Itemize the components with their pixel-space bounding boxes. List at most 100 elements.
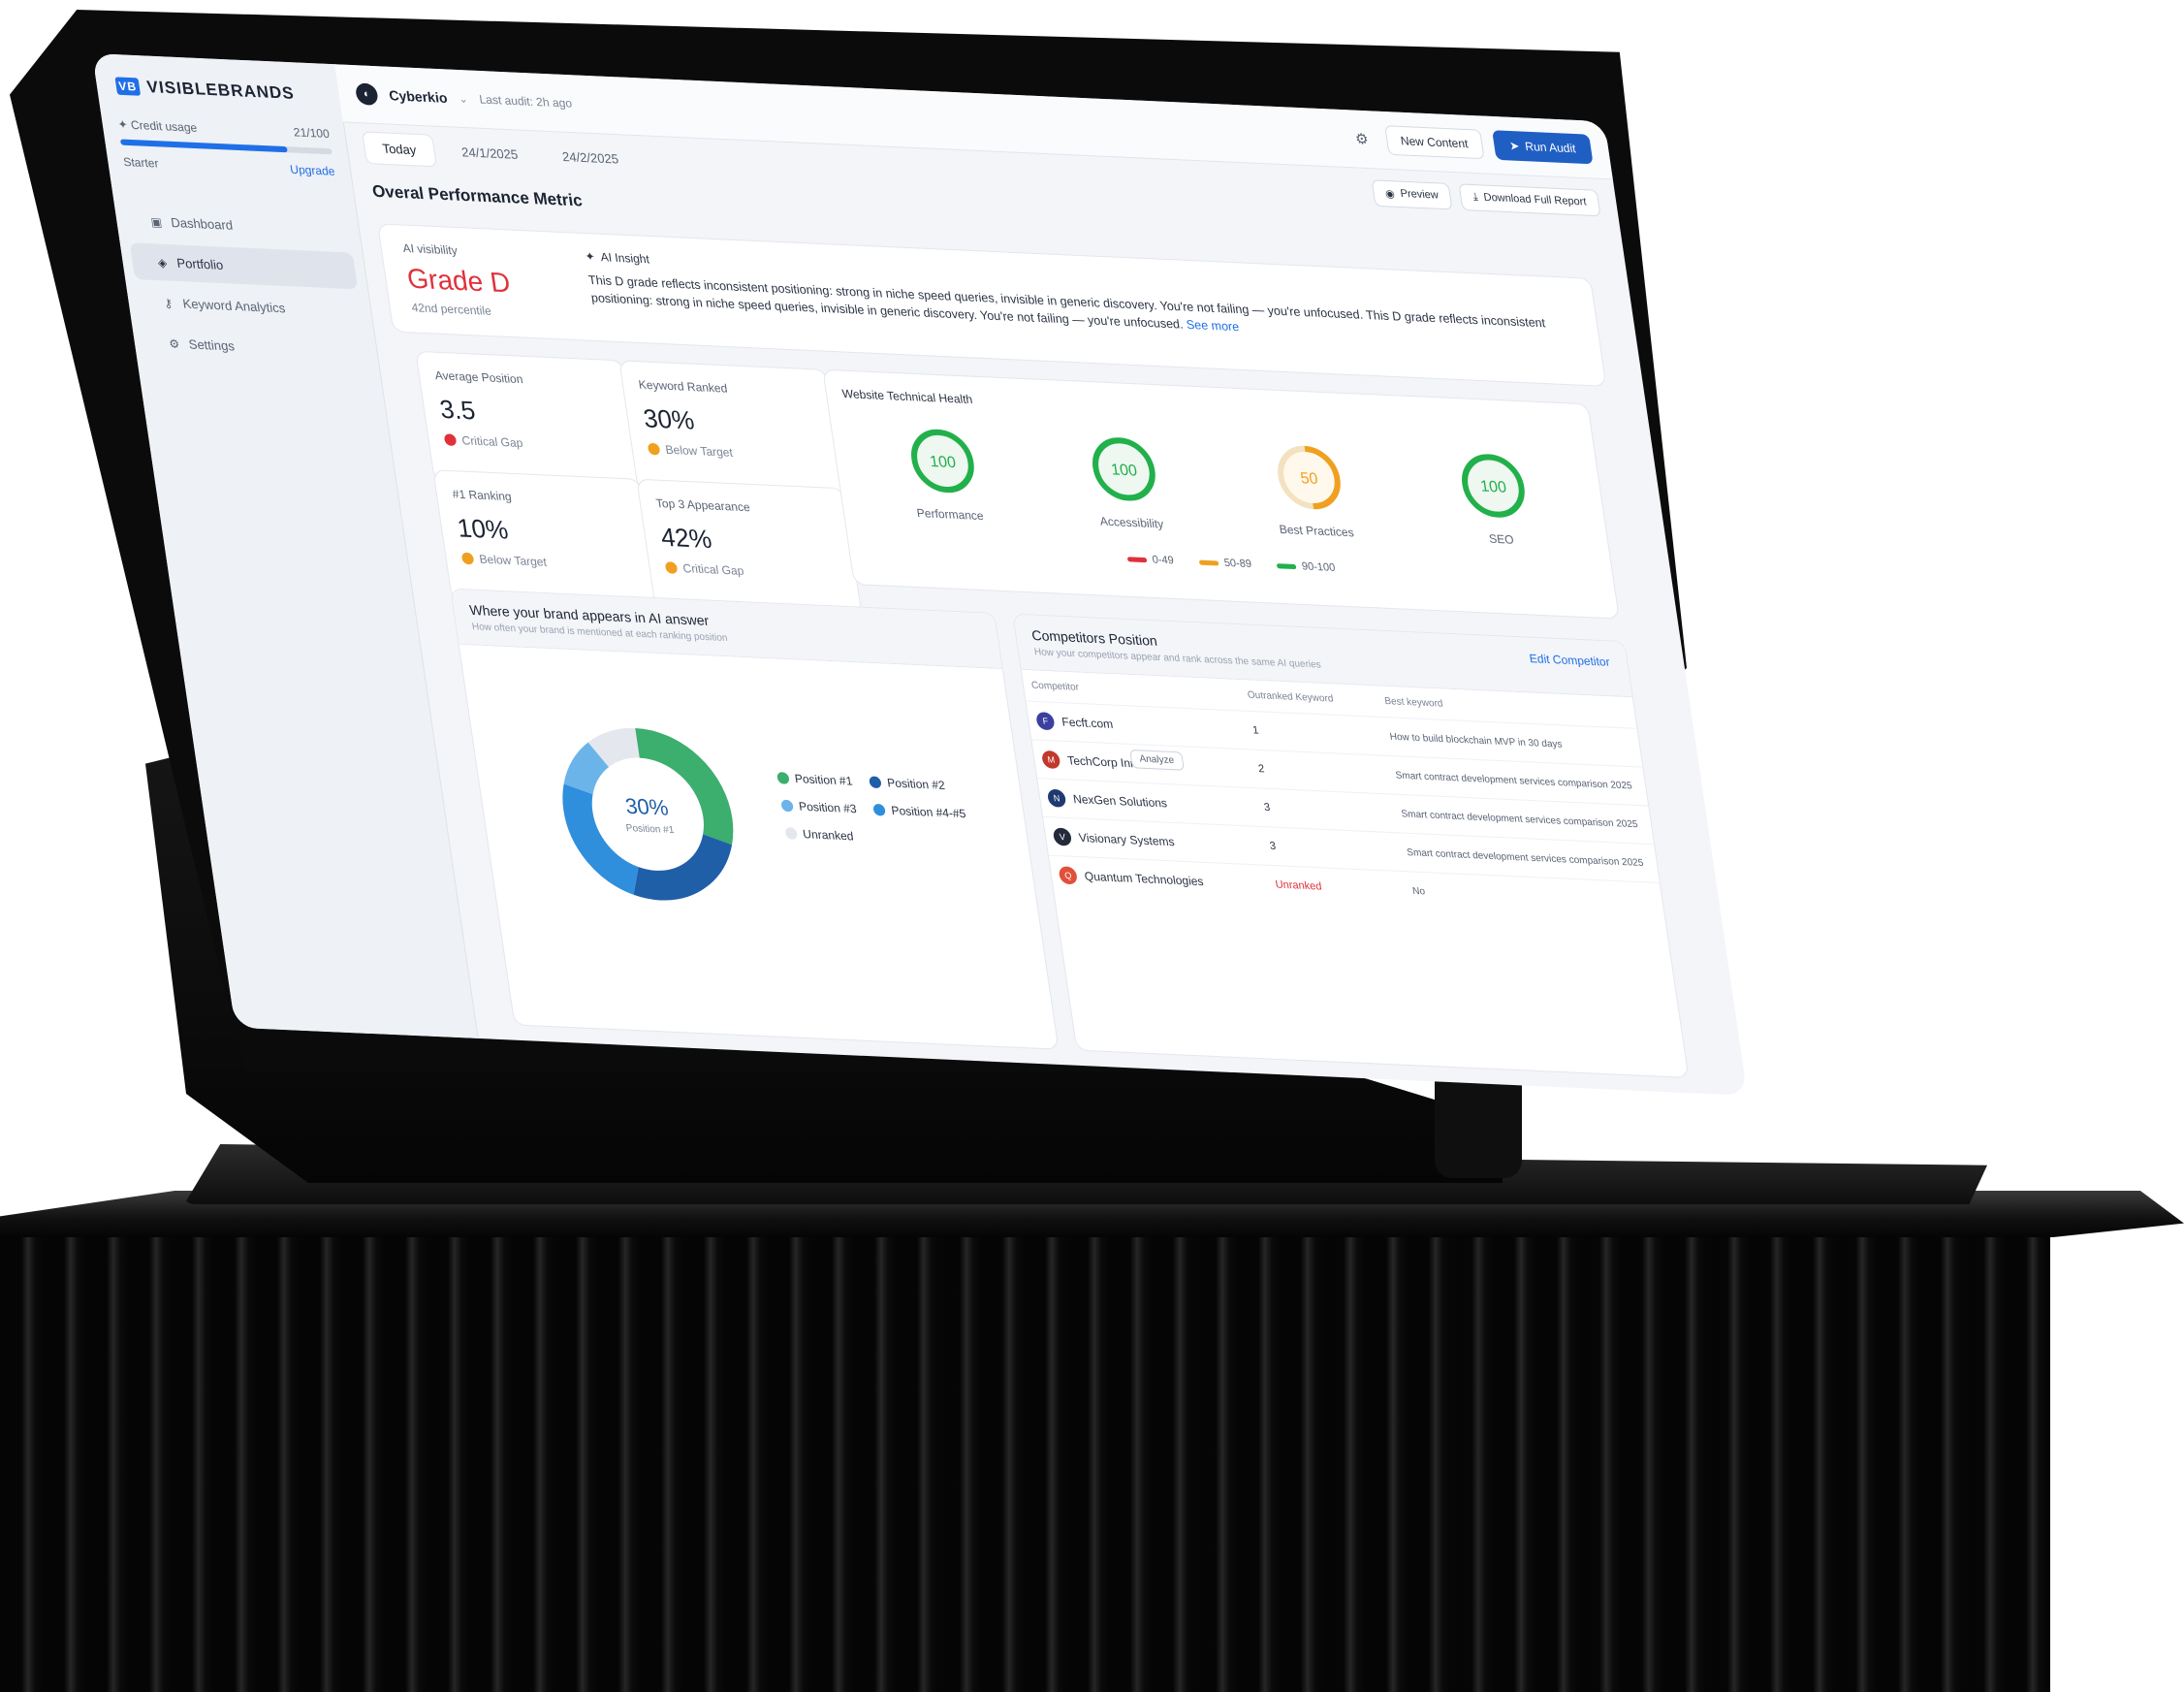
competitors-table: Competitor Outranked Keyword Best keywor… xyxy=(1022,670,1665,921)
credit-value: 21/100 xyxy=(292,125,331,142)
sidebar-item-label: Settings xyxy=(187,336,236,354)
outranked-count: Unranked xyxy=(1264,865,1409,910)
metric-label: Average Position xyxy=(433,367,524,387)
sidebar-item-label: Dashboard xyxy=(170,214,235,233)
sidebar-item-dashboard[interactable]: ▣ Dashboard xyxy=(124,202,353,248)
logo-text: VISIBLEBRANDS xyxy=(145,77,297,103)
main-content: Overal Performance Metric AI visibility … xyxy=(370,174,1728,1095)
run-audit-button[interactable]: ➤ Run Audit xyxy=(1491,130,1594,165)
legend-item: Position #3 xyxy=(780,799,858,815)
metric-label: #1 Ranking xyxy=(451,487,513,504)
status-badge: Critical Gap xyxy=(664,560,841,582)
chevron-down-icon[interactable]: ⌄ xyxy=(458,92,468,106)
legend-item: 90-100 xyxy=(1276,559,1336,574)
legend-item: Position #1 xyxy=(776,771,853,788)
credit-progress-bar xyxy=(119,139,332,155)
credit-usage: ✦ Credit usage 21/100 Starter Upgrade xyxy=(117,117,336,178)
competitor-logo: M xyxy=(1040,750,1061,770)
eye-icon: ◉ xyxy=(1384,187,1396,201)
credit-progress-fill xyxy=(119,139,289,153)
tab-today[interactable]: Today xyxy=(361,130,437,167)
legend-item: Position #4-#5 xyxy=(872,803,966,820)
edit-competitor-link[interactable]: Edit Competitor xyxy=(1529,652,1611,669)
tab-date-1[interactable]: 24/1/2025 xyxy=(442,136,537,171)
outranked-count: 3 xyxy=(1253,787,1397,833)
metric-label: Top 3 Appearance xyxy=(654,495,751,515)
dashboard-app: VB VISIBLEBRANDS ✦ Credit usage 21/100 S… xyxy=(92,53,1748,1096)
play-icon: ➤ xyxy=(1508,139,1521,153)
download-report-button[interactable]: ⤓ Download Full Report xyxy=(1458,182,1601,216)
metric-value: 42% xyxy=(658,522,714,555)
outranked-count: 2 xyxy=(1248,749,1391,794)
gauge-ring: 100 xyxy=(1462,454,1526,518)
dashboard-icon: ▣ xyxy=(149,214,163,230)
tablet-screen: VB VISIBLEBRANDS ✦ Credit usage 21/100 S… xyxy=(92,53,1748,1096)
see-more-link[interactable]: See more xyxy=(1186,318,1240,335)
sidebar-item-portfolio[interactable]: ◈ Portfolio xyxy=(129,242,359,290)
ribbed-cabinet xyxy=(0,1224,2050,1692)
status-dot xyxy=(664,561,679,574)
metric-value: 30% xyxy=(641,402,697,435)
credit-label: ✦ Credit usage xyxy=(116,117,199,135)
svg-text:100: 100 xyxy=(929,453,957,471)
gauge-label: Performance xyxy=(915,505,985,524)
gear-icon: ⚙ xyxy=(168,335,181,351)
gauge-ring: 100 xyxy=(1092,437,1155,501)
svg-text:100: 100 xyxy=(1110,461,1138,479)
legend-item: Unranked xyxy=(784,826,854,844)
gauge-best-practices: 50 Best Practices xyxy=(1266,441,1355,539)
gauge-accessibility: 100 Accessibility xyxy=(1085,433,1166,531)
brand-selector[interactable]: Cyberkio xyxy=(388,87,448,106)
gauge-seo: 100 SEO xyxy=(1454,450,1535,548)
health-legend: 0-49 50-89 90-100 xyxy=(864,541,1598,586)
gauge-label: SEO xyxy=(1488,531,1515,547)
competitor-logo: N xyxy=(1046,788,1067,808)
sparkle-icon: ✦ xyxy=(584,249,596,264)
gauge-ring: 100 xyxy=(910,429,974,494)
tab-date-2[interactable]: 24/2/2025 xyxy=(543,140,638,175)
download-label: Download Full Report xyxy=(1482,191,1588,208)
grade-value: Grade D xyxy=(404,263,513,299)
app-logo[interactable]: VB VISIBLEBRANDS xyxy=(92,53,342,119)
gauge-ring: 50 xyxy=(1277,445,1341,510)
preview-button[interactable]: ◉ Preview xyxy=(1371,178,1453,209)
sidebar-item-settings[interactable]: ⚙ Settings xyxy=(142,324,370,370)
sidebar-nav: ▣ Dashboard ◈ Portfolio ⚷ Keyword Analyt… xyxy=(114,202,380,370)
status-dot xyxy=(647,442,661,456)
metric-label: Keyword Ranked xyxy=(637,377,729,396)
status-dot xyxy=(460,552,475,565)
portfolio-icon: ◈ xyxy=(156,255,169,270)
run-audit-label: Run Audit xyxy=(1524,139,1577,156)
ai-visibility-label: AI visibility xyxy=(401,240,459,258)
ai-visibility-block: AI visibility Grade D 42nd percentile xyxy=(402,241,516,319)
outranked-count: 1 xyxy=(1242,711,1385,756)
percentile-text: 42nd percentile xyxy=(410,300,492,318)
settings-gear-icon[interactable]: ⚙ xyxy=(1347,125,1377,152)
legend-item: 0-49 xyxy=(1126,553,1175,567)
brand-avatar: ◐ xyxy=(354,82,379,106)
outranked-count: 3 xyxy=(1258,826,1403,872)
status-badge: Below Target xyxy=(460,552,638,573)
competitor-name[interactable]: V Visionary Systems xyxy=(1052,827,1256,854)
gauge-label: Accessibility xyxy=(1098,514,1165,531)
donut-legend: Position #1 Position #2 Position #3 Posi… xyxy=(776,771,973,862)
upgrade-link[interactable]: Upgrade xyxy=(289,162,335,177)
competitor-name[interactable]: F Fecft.com xyxy=(1035,712,1239,739)
metric-value: 10% xyxy=(455,512,511,545)
analyze-tooltip[interactable]: Analyze xyxy=(1129,749,1185,771)
competitors-card: Competitors Position How your competitor… xyxy=(1012,613,1690,1078)
logo-mark: VB xyxy=(114,77,142,96)
competitor-name[interactable]: N NexGen Solutions xyxy=(1046,788,1250,816)
brand-appearance-card: Where your brand appears in AI answer Ho… xyxy=(450,588,1060,1050)
sidebar-item-label: Keyword Analytics xyxy=(181,296,287,316)
ai-insight-block: ✦ AI Insight This D grade reflects incon… xyxy=(585,249,1580,351)
competitor-name[interactable]: Q Quantum Technologies xyxy=(1058,866,1261,893)
sidebar-item-keyword-analytics[interactable]: ⚷ Keyword Analytics xyxy=(136,283,364,330)
competitor-logo: Q xyxy=(1058,866,1079,885)
sidebar-item-label: Portfolio xyxy=(175,255,225,273)
legend-item: 50-89 xyxy=(1198,556,1252,570)
download-icon: ⤓ xyxy=(1472,190,1479,204)
new-content-button[interactable]: New Content xyxy=(1383,125,1485,160)
gauge-performance: 100 Performance xyxy=(903,425,985,523)
status-badge: Critical Gap xyxy=(443,432,620,454)
